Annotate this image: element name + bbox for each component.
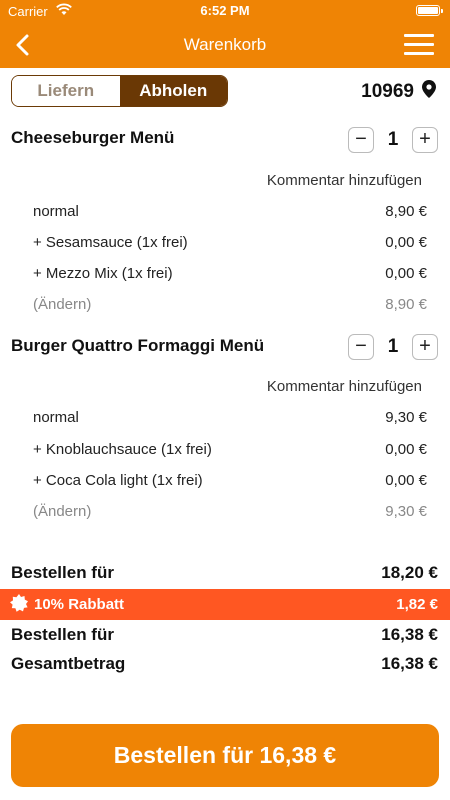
hamburger-menu-icon[interactable]	[404, 34, 434, 56]
total-label: Gesamtbetrag	[11, 654, 126, 673]
page-title: Warenkorb	[183, 35, 267, 54]
total-row: Gesamtbetrag 16,38 €	[11, 654, 438, 674]
zip-code: 10969	[361, 80, 414, 102]
line-price: 9,30 €	[385, 409, 427, 426]
line-label: + Coca Cola light (1x frei)	[33, 472, 203, 489]
line-price: 8,90 €	[385, 296, 427, 313]
discount-badge-icon	[10, 593, 34, 616]
item-title: Burger Quattro Formaggi Menü	[11, 336, 265, 355]
discounted-subtotal-label: Bestellen für	[11, 625, 114, 644]
line-label: + Sesamsauce (1x frei)	[33, 234, 188, 251]
quantity-value: 1	[387, 129, 399, 150]
line-label: normal	[33, 203, 79, 220]
status-time: 6:52 PM	[200, 3, 250, 18]
delivery-mode-toggle: Liefern Abholen	[11, 75, 228, 107]
order-button[interactable]: Bestellen für 16,38 €	[11, 724, 439, 787]
discounted-subtotal-row: Bestellen für 16,38 €	[11, 625, 438, 645]
tab-liefern[interactable]: Liefern	[12, 76, 120, 106]
list-item: normal 8,90 €	[33, 203, 427, 220]
discount-value: 1,82 €	[396, 596, 438, 613]
list-item: (Ändern) 8,90 €	[33, 296, 427, 313]
list-item: + Mezzo Mix (1x frei) 0,00 €	[33, 265, 427, 282]
line-price: 9,30 €	[385, 503, 427, 520]
line-price: 0,00 €	[385, 441, 427, 458]
line-label: + Mezzo Mix (1x frei)	[33, 265, 173, 282]
subtotal-value: 18,20 €	[381, 563, 438, 582]
tab-abholen[interactable]: Abholen	[119, 76, 227, 106]
line-price: 8,90 €	[385, 203, 427, 220]
increase-button[interactable]: +	[412, 334, 438, 360]
list-item: + Knoblauchsauce (1x frei) 0,00 €	[33, 441, 427, 458]
line-label: normal	[33, 409, 79, 426]
line-price: 0,00 €	[385, 234, 427, 251]
edit-item-link[interactable]: (Ändern)	[33, 503, 91, 520]
discount-label: 10% Rabbatt	[34, 596, 125, 613]
item-title: Cheeseburger Menü	[11, 128, 175, 147]
subtotal-label: Bestellen für	[11, 563, 114, 582]
list-item: + Sesamsauce (1x frei) 0,00 €	[33, 234, 427, 251]
line-price: 0,00 €	[385, 265, 427, 282]
line-label: + Knoblauchsauce (1x frei)	[33, 441, 212, 458]
discounted-subtotal-value: 16,38 €	[381, 625, 438, 644]
zip-location[interactable]: 10969	[361, 80, 436, 103]
status-bar: Carrier 6:52 PM	[0, 0, 450, 22]
quantity-stepper: − 1 +	[348, 127, 438, 153]
line-price: 0,00 €	[385, 472, 427, 489]
increase-button[interactable]: +	[412, 127, 438, 153]
decrease-button[interactable]: −	[348, 127, 374, 153]
list-item: normal 9,30 €	[33, 409, 427, 426]
quantity-value: 1	[387, 336, 399, 357]
add-comment-link[interactable]: Kommentar hinzufügen	[267, 172, 422, 189]
location-pin-icon	[422, 80, 436, 103]
list-item: (Ändern) 9,30 €	[33, 503, 427, 520]
edit-item-link[interactable]: (Ändern)	[33, 296, 91, 313]
nav-bar: Warenkorb	[0, 22, 450, 68]
battery-icon	[416, 5, 443, 16]
subtotal-row: Bestellen für 18,20 €	[11, 563, 438, 583]
decrease-button[interactable]: −	[348, 334, 374, 360]
discount-banner: 10% Rabbatt 1,82 €	[0, 589, 450, 620]
list-item: + Coca Cola light (1x frei) 0,00 €	[33, 472, 427, 489]
quantity-stepper: − 1 +	[348, 334, 438, 360]
add-comment-link[interactable]: Kommentar hinzufügen	[267, 378, 422, 395]
total-value: 16,38 €	[381, 654, 438, 673]
